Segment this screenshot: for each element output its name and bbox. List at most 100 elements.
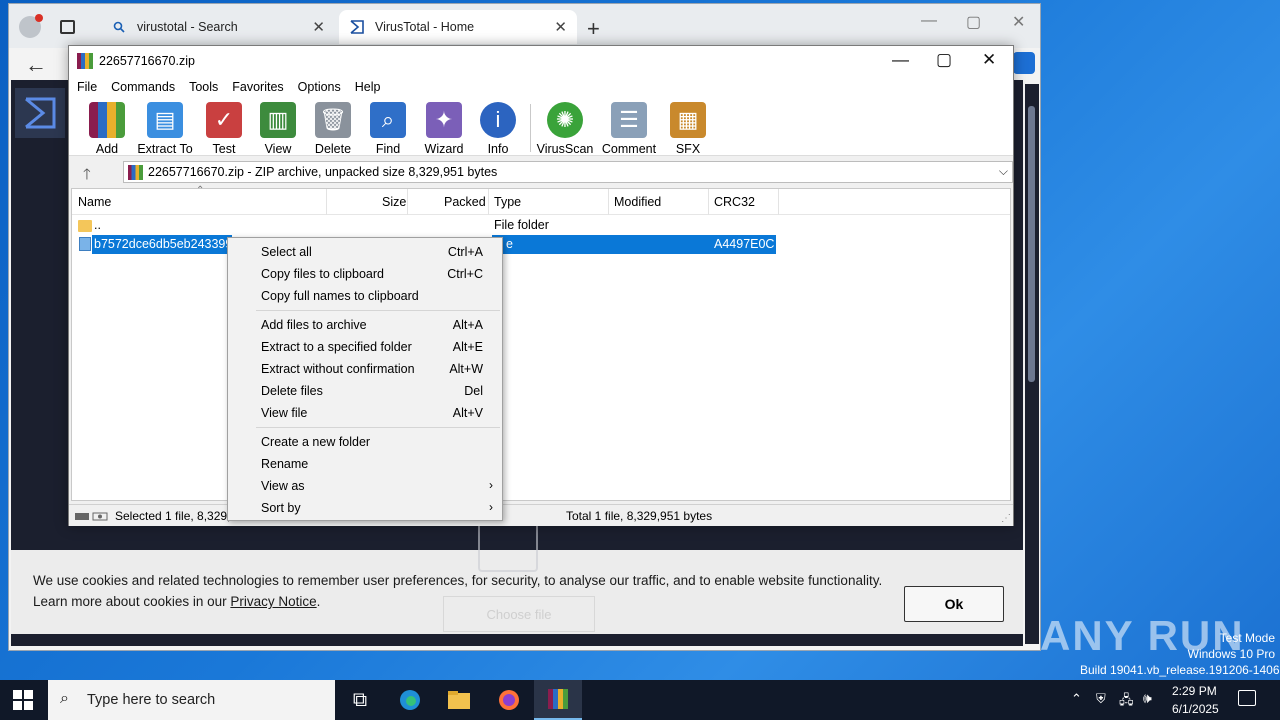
menu-item-add-files[interactable]: Add files to archive Alt+A [228,313,502,335]
menu-item-extract-to-folder[interactable]: Extract to a specified folder Alt+E [228,335,502,357]
delete-button[interactable]: 🗑 Delete [303,102,363,156]
tab-close-button[interactable]: ✕ [312,18,325,36]
firefox-icon[interactable] [485,680,533,720]
clock-date[interactable]: 6/1/2025 [1172,702,1219,716]
sfx-icon: ▦ [670,102,706,138]
virustotal-logo-icon[interactable] [15,88,65,138]
rar-maximize-button[interactable]: ▢ [936,50,952,70]
tray-app-icon[interactable]: ⛨ [1096,691,1106,707]
menu-help[interactable]: Help [355,80,381,94]
up-arrow-icon[interactable]: 🡑 [83,164,91,189]
rar-close-button[interactable]: ✕ [982,50,996,70]
archive-icon [128,165,143,180]
test-button[interactable]: ✓ Test [194,102,254,156]
back-button[interactable]: ← [25,52,47,78]
build-text: Build 19041.vb_release.191206-1406 [1080,663,1280,677]
column-divider[interactable] [608,189,609,215]
status-total: Total 1 file, 8,329,951 bytes [566,509,713,523]
column-divider[interactable] [778,189,779,215]
fingerprint-icon [478,518,538,572]
rar-minimize-button[interactable]: — [892,50,909,70]
table-row[interactable]: .. File folder [72,216,1010,235]
menu-commands[interactable]: Commands [111,80,175,94]
col-modified[interactable]: Modified [614,195,661,209]
cookie-line2-suffix: . [316,594,321,609]
find-button[interactable]: ⌕ Find [358,102,418,156]
scrollbar-thumb[interactable] [1028,106,1035,382]
privacy-notice-link[interactable]: Privacy Notice [230,594,316,609]
menu-item-rename[interactable]: Rename [228,452,502,474]
edge-icon[interactable] [386,680,434,720]
column-divider[interactable] [708,189,709,215]
minimize-button[interactable]: — [921,12,937,30]
copilot-icon[interactable] [1013,52,1035,74]
tray-chevron-icon[interactable]: ⌃ [1071,691,1082,707]
clock-time[interactable]: 2:29 PM [1172,684,1217,698]
col-type[interactable]: Type [494,195,521,209]
menu-options[interactable]: Options [298,80,341,94]
network-icon[interactable]: 🖧 [1119,691,1134,713]
chevron-right-icon: › [489,500,493,514]
col-crc32[interactable]: CRC32 [714,195,755,209]
file-explorer-icon[interactable] [435,680,483,720]
column-divider[interactable] [326,189,327,215]
menu-favorites[interactable]: Favorites [232,80,283,94]
menu-item-copy-files[interactable]: Copy files to clipboard Ctrl+C [228,262,502,284]
col-name[interactable]: Name [78,195,111,209]
menu-tools[interactable]: Tools [189,80,218,94]
virusscan-button[interactable]: ✺ VirusScan [535,102,595,156]
view-icon: ▥ [260,102,296,138]
taskbar-search-box[interactable]: ⌕ Type here to search [48,680,335,720]
menu-item-copy-full-names[interactable]: Copy full names to clipboard [228,284,502,306]
file-list: Name ⌃ Size Packed Type Modified CRC32 .… [71,185,1011,501]
info-button[interactable]: i Info [468,102,528,156]
tab-actions-icon[interactable] [60,20,75,34]
menu-item-sort-by[interactable]: Sort by › [228,496,502,518]
add-button[interactable]: Add [77,102,137,156]
new-tab-button[interactable]: + [587,16,600,42]
volume-icon[interactable]: 🕪 [1143,690,1152,707]
info-icon: i [480,102,516,138]
row-type: File folder [494,218,549,232]
menu-item-delete-files[interactable]: Delete files Del [228,379,502,401]
task-view-icon[interactable]: ⧉ [336,680,384,720]
extract-to-button[interactable]: ▤ Extract To [135,102,195,156]
winrar-taskbar-icon[interactable] [534,680,582,720]
col-packed[interactable]: Packed [444,195,486,209]
browser-tab-bar: virustotal - Search ✕ VirusTotal - Home … [9,4,1040,48]
column-divider[interactable] [488,189,489,215]
winrar-window: 22657716670.zip — ▢ ✕ File Commands Tool… [68,45,1014,526]
page-scrollbar[interactable] [1025,84,1039,644]
sfx-button[interactable]: ▦ SFX [658,102,718,156]
menu-item-view-file[interactable]: View file Alt+V [228,401,502,423]
col-size[interactable]: Size [382,195,406,209]
tab-virustotal-search[interactable]: virustotal - Search ✕ [101,10,335,44]
chevron-down-icon[interactable]: ⌵ [999,164,1008,179]
column-divider[interactable] [407,189,408,215]
row-name: b7572dce6db5eb2433998 [94,237,240,251]
column-header: Name ⌃ Size Packed Type Modified CRC32 [72,185,1010,215]
table-row[interactable]: b7572dce6db5eb2433998 e A4497E0C [72,235,1010,254]
menu-item-select-all[interactable]: Select all Ctrl+A [228,240,502,262]
wizard-button[interactable]: ✦ Wizard [414,102,474,156]
cookie-line2-prefix: Learn more about cookies in our [33,594,231,609]
menu-item-extract-no-confirm[interactable]: Extract without confirmation Alt+W [228,357,502,379]
comment-button[interactable]: ☰ Comment [599,102,659,156]
tab-close-button[interactable]: ✕ [554,18,567,36]
tab-virustotal-home[interactable]: VirusTotal - Home ✕ [339,10,577,44]
window-title: 22657716670.zip [99,54,195,68]
profile-avatar[interactable] [19,14,43,38]
menu-file[interactable]: File [77,80,97,94]
archive-path-field[interactable]: 22657716670.zip - ZIP archive, unpacked … [123,161,1013,183]
cookie-ok-button[interactable]: Ok [904,586,1004,622]
close-button[interactable]: ✕ [1012,12,1025,32]
notification-icon[interactable] [1238,690,1256,706]
tab-label: virustotal - Search [137,20,238,34]
menu-item-view-as[interactable]: View as › [228,474,502,496]
toolbar-separator [530,104,531,152]
menu-item-create-folder[interactable]: Create a new folder [228,430,502,452]
resize-grip-icon[interactable]: ⋰ [1001,513,1011,524]
maximize-button[interactable]: ▢ [966,12,981,32]
view-button[interactable]: ▥ View [248,102,308,156]
windows-start-icon[interactable] [13,690,33,710]
